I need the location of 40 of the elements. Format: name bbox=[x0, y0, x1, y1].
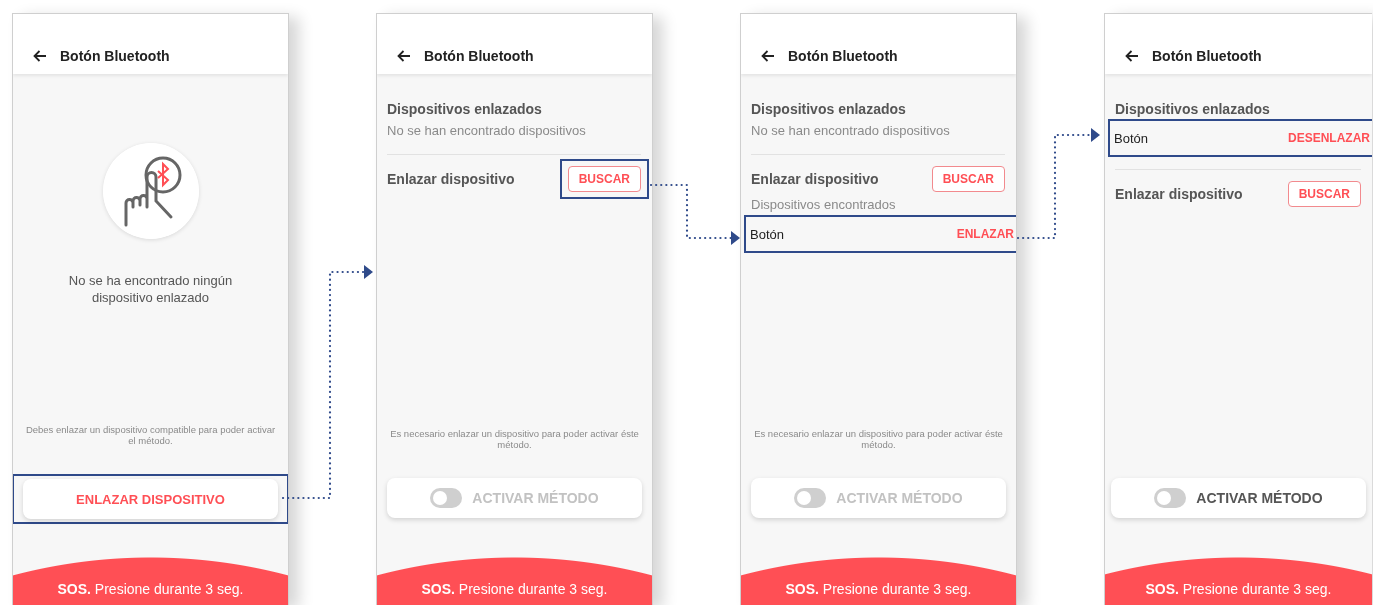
found-heading: Dispositivos encontrados bbox=[751, 196, 897, 214]
link-device-button[interactable]: ENLAZAR DISPOSITIVO bbox=[23, 479, 278, 519]
hint-text: Es necesario enlazar un dispositivo para poder activar éste método. bbox=[753, 428, 1004, 450]
search-button[interactable]: BUSCAR bbox=[931, 166, 1005, 192]
section-heading: Dispositivos enlazados bbox=[751, 100, 907, 118]
hint-text: Debes enlazar un dispositivo compatible para poder activar el método. bbox=[25, 424, 276, 446]
screen-title: Botón Bluetooth bbox=[60, 47, 170, 64]
section-heading: Enlazar dispositivo bbox=[751, 170, 879, 188]
activate-method-button: ACTIVAR MÉTODO bbox=[387, 478, 642, 518]
device-action-link[interactable]: ENLAZAR bbox=[956, 227, 1014, 241]
section-heading: Dispositivos enlazados bbox=[1115, 100, 1271, 118]
activate-method-button[interactable]: ACTIVAR MÉTODO bbox=[1111, 478, 1366, 518]
sos-button[interactable]: SOS. Presione durante 3 seg. bbox=[13, 557, 288, 605]
screen-title: Botón Bluetooth bbox=[788, 47, 898, 64]
section-heading: Dispositivos enlazados bbox=[387, 100, 543, 118]
back-arrow-icon[interactable] bbox=[397, 50, 411, 62]
screen-title: Botón Bluetooth bbox=[424, 47, 534, 64]
device-row[interactable]: Botón ENLAZAR bbox=[746, 217, 1016, 251]
empty-text: No se han encontrado dispositivos bbox=[387, 122, 587, 140]
section-heading: Enlazar dispositivo bbox=[387, 170, 515, 188]
section-heading: Enlazar dispositivo bbox=[1115, 185, 1243, 203]
back-arrow-icon[interactable] bbox=[1125, 50, 1139, 62]
hint-text: Es necesario enlazar un dispositivo para poder activar éste método. bbox=[389, 428, 640, 450]
back-arrow-icon[interactable] bbox=[33, 50, 47, 62]
empty-text: No se han encontrado dispositivos bbox=[751, 122, 951, 140]
device-action-link[interactable]: DESENLAZAR bbox=[1288, 131, 1370, 145]
screen-title: Botón Bluetooth bbox=[1152, 47, 1262, 64]
sos-button[interactable]: SOS. Presione durante 3 seg. bbox=[741, 557, 1016, 605]
back-arrow-icon[interactable] bbox=[761, 50, 775, 62]
device-name: Botón bbox=[1114, 130, 1148, 146]
toggle-switch[interactable] bbox=[1154, 488, 1187, 508]
hand-bluetooth-icon bbox=[102, 143, 199, 239]
device-row[interactable]: Botón DESENLAZAR bbox=[1110, 121, 1372, 155]
search-button[interactable]: BUSCAR bbox=[567, 166, 641, 192]
search-button[interactable]: BUSCAR bbox=[1287, 181, 1361, 207]
sos-button[interactable]: SOS. Presione durante 3 seg. bbox=[1105, 557, 1372, 605]
empty-message: No se ha encontrado ningún dispositivo enlazado bbox=[67, 272, 234, 306]
activate-method-button: ACTIVAR MÉTODO bbox=[751, 478, 1006, 518]
sos-button[interactable]: SOS. Presione durante 3 seg. bbox=[377, 557, 652, 605]
device-name: Botón bbox=[750, 226, 784, 242]
